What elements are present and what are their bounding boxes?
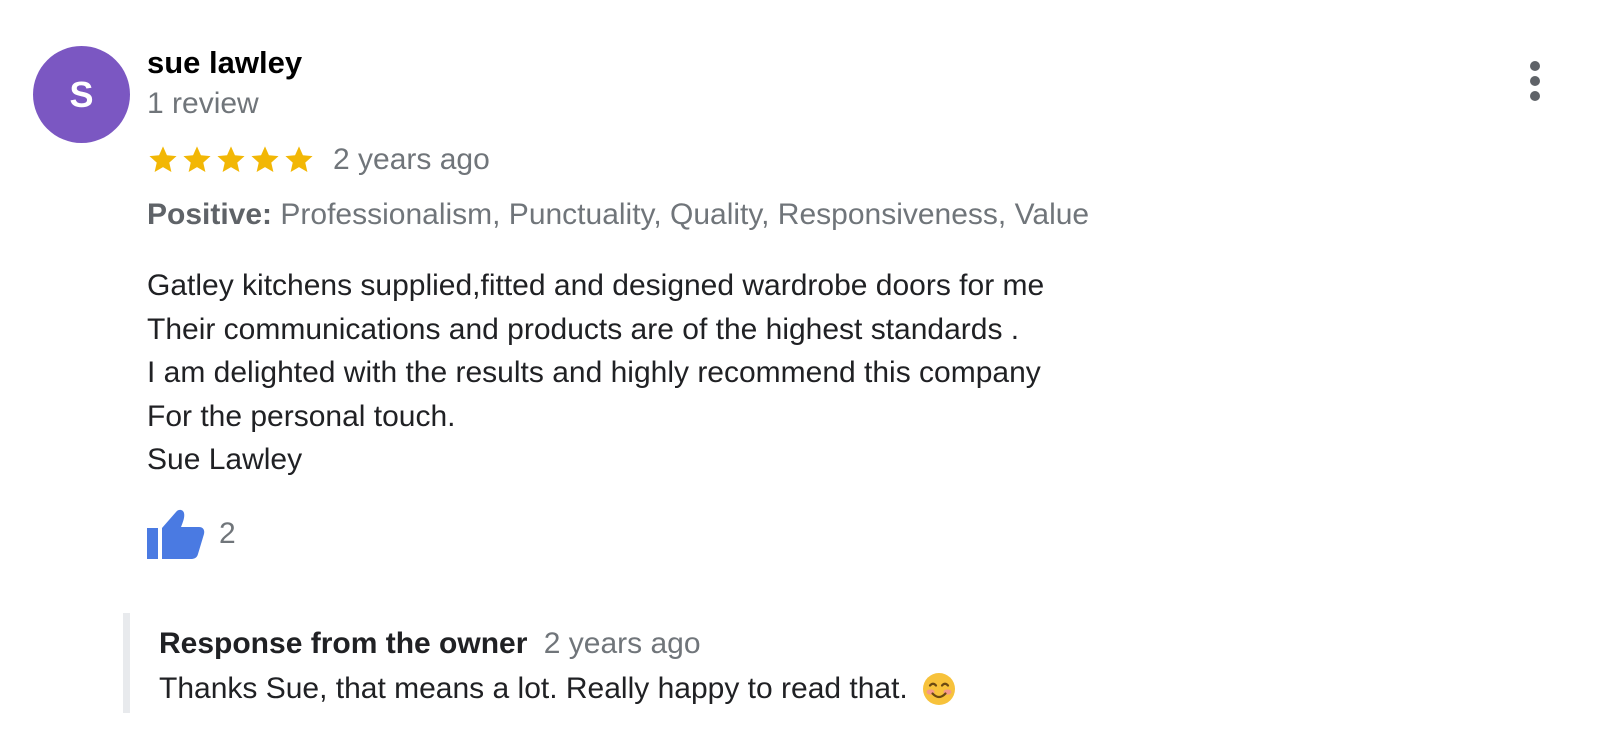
star-rating (147, 144, 317, 176)
star-icon (285, 146, 313, 172)
review-text-line: Gatley kitchens supplied,fitted and desi… (147, 269, 1045, 302)
like-count: 2 (219, 517, 236, 550)
star-icon (149, 146, 177, 172)
smiling-face-icon (922, 673, 955, 705)
owner-response-text: Thanks Sue, that means a lot. Really hap… (159, 672, 908, 705)
star-icon (183, 146, 211, 172)
positive-label: Positive: (147, 198, 273, 231)
owner-response: Response from the owner 2 years ago Than… (123, 613, 1230, 713)
like-row: 2 (147, 508, 236, 560)
avatar[interactable]: S (33, 46, 130, 143)
more-options-button[interactable] (1520, 58, 1550, 106)
review-date: 2 years ago (333, 143, 490, 176)
positive-attributes: Positive: Professionalism, Punctuality, … (147, 197, 1089, 233)
thumbs-up-icon[interactable] (147, 508, 205, 560)
avatar-initial: S (69, 73, 94, 115)
review-text-line: I am delighted with the results and high… (147, 356, 1041, 389)
reviewer-review-count[interactable]: 1 review (147, 86, 259, 122)
review-text-line: Their communications and products are of… (147, 312, 1020, 346)
owner-response-header: Response from the owner 2 years ago (159, 625, 701, 663)
owner-response-date: 2 years ago (543, 627, 701, 660)
more-vert-icon (1530, 61, 1540, 101)
star-icon (251, 146, 279, 172)
review-text-line: For the personal touch. (147, 399, 456, 433)
rating-row: 2 years ago (147, 140, 490, 180)
reviewer-name[interactable]: sue lawley (147, 44, 302, 82)
owner-response-text-row: Thanks Sue, that means a lot. Really hap… (159, 669, 956, 709)
star-icon (217, 146, 245, 172)
review-text: Gatley kitchens supplied,fitted and desi… (147, 264, 1044, 482)
review-text-line: Sue Lawley (147, 443, 303, 476)
positive-values: Professionalism, Punctuality, Quality, R… (280, 198, 1090, 231)
owner-response-title: Response from the owner (159, 627, 528, 660)
